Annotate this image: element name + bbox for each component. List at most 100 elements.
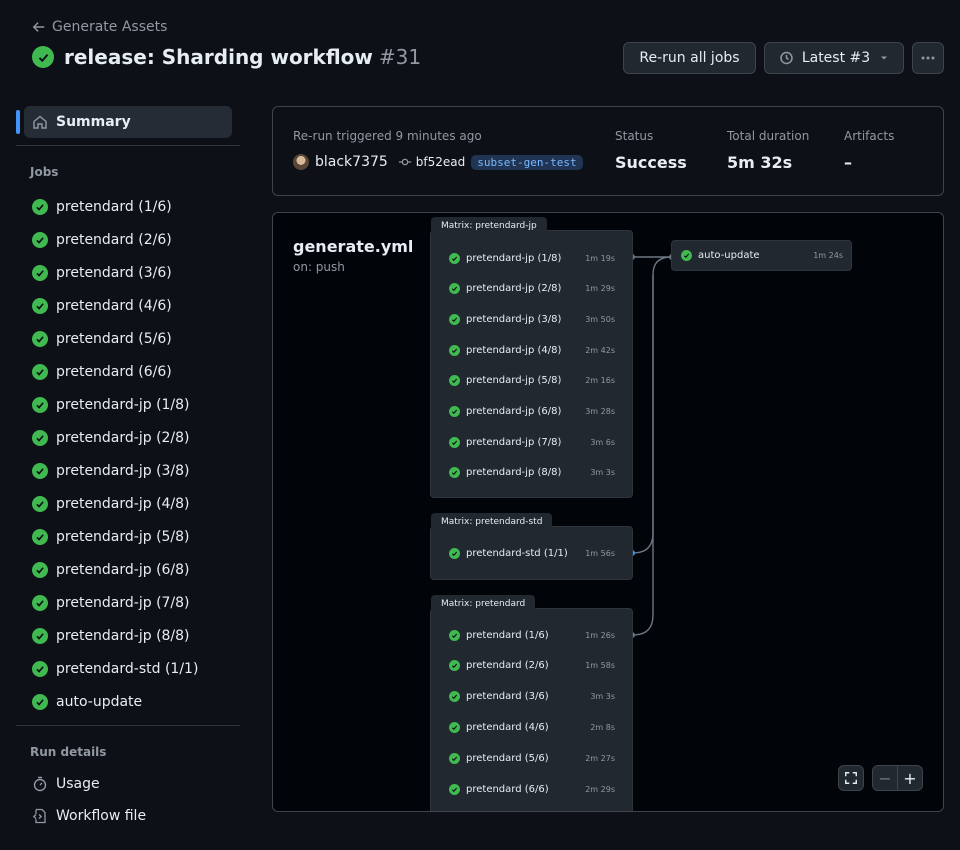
job-node[interactable]: pretendard-jp (1/8) 1m 19s — [449, 248, 615, 268]
home-icon — [33, 115, 47, 129]
success-icon — [32, 297, 48, 314]
job-label: pretendard-jp (8/8) — [56, 627, 190, 644]
job-node[interactable]: pretendard (4/6) 2m 8s — [449, 717, 615, 737]
run-details-heading: Run details — [30, 745, 107, 759]
success-icon — [32, 330, 48, 347]
zoom-out-button[interactable]: − — [872, 765, 898, 791]
actor-name[interactable]: black7375 — [315, 154, 388, 170]
job-node[interactable]: pretendard (3/6) 3m 3s — [449, 687, 615, 707]
job-node[interactable]: pretendard-jp (8/8) 3m 3s — [449, 463, 615, 483]
success-icon — [32, 396, 48, 413]
success-icon — [449, 721, 460, 733]
sidebar-job-item[interactable]: pretendard-jp (6/8) — [32, 553, 198, 586]
success-icon — [32, 462, 48, 479]
status-label: Status — [615, 129, 654, 143]
success-icon — [449, 783, 460, 795]
job-label: pretendard-jp (3/8) — [56, 462, 190, 479]
job-name: pretendard-jp (3/8) — [466, 313, 562, 325]
workflow-graph[interactable]: generate.yml on: push Matrix: pretendard… — [272, 212, 944, 812]
success-icon — [32, 693, 48, 710]
sidebar-job-item[interactable]: pretendard-std (1/1) — [32, 652, 198, 685]
success-icon — [32, 594, 48, 611]
matrix-label: Matrix: pretendard-jp — [431, 217, 547, 235]
sidebar-job-item[interactable]: pretendard (3/6) — [32, 256, 198, 289]
success-icon — [449, 629, 460, 641]
success-icon — [32, 429, 48, 446]
job-label: pretendard-jp (7/8) — [56, 594, 190, 611]
success-icon — [32, 46, 54, 68]
success-icon — [681, 250, 692, 261]
job-node-auto-update[interactable]: auto-update 1m 24s — [671, 240, 852, 271]
sidebar-job-item[interactable]: pretendard (2/6) — [32, 223, 198, 256]
sidebar-job-item[interactable]: pretendard-jp (8/8) — [32, 619, 198, 652]
matrix-pretendard-jp: Matrix: pretendard-jp pretendard-jp (1/8… — [430, 217, 633, 498]
stopwatch-icon — [33, 776, 47, 792]
job-node[interactable]: pretendard-jp (3/8) 3m 50s — [449, 309, 615, 329]
more-options-button[interactable] — [912, 42, 944, 74]
job-name: pretendard (3/6) — [466, 691, 549, 703]
success-icon — [449, 547, 460, 559]
active-indicator — [16, 110, 20, 134]
rerun-all-jobs-button[interactable]: Re-run all jobs — [623, 42, 756, 74]
success-icon — [32, 528, 48, 545]
zoom-in-button[interactable]: + — [897, 765, 923, 791]
matrix-label: Matrix: pretendard-std — [431, 513, 553, 531]
job-label: pretendard-jp (1/8) — [56, 396, 190, 413]
workflow-file-label: Workflow file — [56, 808, 147, 824]
usage-label: Usage — [56, 776, 100, 792]
job-label: pretendard (3/6) — [56, 264, 172, 281]
success-icon — [32, 363, 48, 380]
job-name: pretendard-jp (7/8) — [466, 436, 562, 448]
job-label: pretendard-jp (6/8) — [56, 561, 190, 578]
success-icon — [32, 561, 48, 578]
fullscreen-button[interactable] — [838, 765, 864, 791]
duration-value: 5m 32s — [727, 153, 793, 172]
job-duration: 2m 16s — [585, 376, 615, 386]
job-node[interactable]: pretendard-jp (4/8) 2m 42s — [449, 340, 615, 360]
job-node[interactable]: pretendard-jp (6/8) 3m 28s — [449, 402, 615, 422]
sidebar-job-item[interactable]: auto-update — [32, 685, 198, 718]
job-node[interactable]: pretendard-jp (7/8) 3m 6s — [449, 432, 615, 452]
success-icon — [449, 344, 460, 356]
job-label: pretendard (1/6) — [56, 198, 172, 215]
job-node[interactable]: pretendard (1/6) 1m 26s — [449, 625, 615, 645]
sidebar-item-usage[interactable]: Usage — [32, 776, 100, 792]
success-icon — [449, 467, 460, 479]
sidebar-job-item[interactable]: pretendard-jp (4/8) — [32, 487, 198, 520]
job-node[interactable]: pretendard (6/6) 2m 29s — [449, 779, 615, 799]
job-node[interactable]: pretendard-jp (5/8) 2m 16s — [449, 371, 615, 391]
job-node[interactable]: pretendard-jp (2/8) 1m 29s — [449, 279, 615, 299]
job-duration: 1m 58s — [585, 661, 615, 671]
job-name: pretendard-jp (6/8) — [466, 406, 562, 417]
sidebar-job-item[interactable]: pretendard-jp (5/8) — [32, 520, 198, 553]
rerun-label: Re-run all jobs — [639, 50, 740, 66]
job-node[interactable]: pretendard (5/6) 2m 27s — [449, 748, 615, 768]
sidebar-job-item[interactable]: pretendard-jp (3/8) — [32, 454, 198, 487]
job-duration: 1m 26s — [585, 630, 615, 640]
sidebar-job-item[interactable]: pretendard-jp (7/8) — [32, 586, 198, 619]
back-link[interactable]: Generate Assets — [32, 19, 167, 35]
artifacts-value: – — [844, 153, 852, 172]
back-link-label: Generate Assets — [52, 19, 168, 35]
sidebar-job-item[interactable]: pretendard (6/6) — [32, 355, 198, 388]
branch-badge[interactable]: subset-gen-test — [471, 154, 583, 170]
commit-sha[interactable]: bf52ead — [398, 155, 465, 169]
job-node[interactable]: pretendard-std (1/1) 1m 56s — [449, 543, 615, 563]
sidebar-item-workflow-file[interactable]: Workflow file — [32, 808, 146, 824]
sidebar-job-item[interactable]: pretendard-jp (2/8) — [32, 421, 198, 454]
connector-base — [632, 275, 654, 636]
latest-attempt-dropdown[interactable]: Latest #3 — [764, 42, 904, 74]
sidebar-item-summary[interactable]: Summary — [24, 106, 232, 138]
sidebar-job-item[interactable]: pretendard (1/6) — [32, 190, 198, 223]
success-icon — [449, 691, 460, 703]
history-icon — [780, 51, 793, 65]
job-node[interactable]: pretendard (2/6) 1m 58s — [449, 656, 615, 676]
sidebar-job-item[interactable]: pretendard-jp (1/8) — [32, 388, 198, 421]
sidebar-divider — [16, 725, 240, 726]
sidebar-job-item[interactable]: pretendard (4/6) — [32, 289, 198, 322]
status-value: Success — [615, 153, 687, 172]
sidebar-job-item[interactable]: pretendard (5/6) — [32, 322, 198, 355]
run-title-row: release: Sharding workflow #31 — [32, 45, 421, 69]
sidebar-divider — [16, 145, 240, 146]
job-label: pretendard-jp (4/8) — [56, 495, 190, 512]
